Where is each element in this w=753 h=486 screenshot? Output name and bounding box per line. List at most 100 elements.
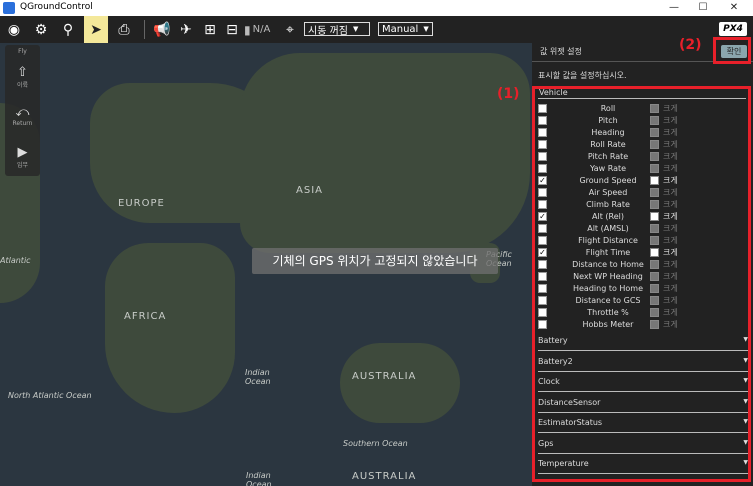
megaphone-icon[interactable]: 📢	[150, 16, 174, 43]
return-button[interactable]: ⤺ Return	[5, 105, 40, 127]
show-value-checkbox[interactable]	[538, 284, 547, 293]
annotation-label-1: (1)	[497, 86, 520, 102]
show-value-checkbox[interactable]	[538, 188, 547, 197]
show-value-checkbox[interactable]	[538, 164, 547, 173]
start-mission-button[interactable]: ▶ 임무	[5, 145, 40, 169]
large-value-checkbox[interactable]	[650, 260, 659, 269]
show-value-checkbox[interactable]	[538, 296, 547, 305]
show-value-checkbox[interactable]	[538, 116, 547, 125]
return-icon: ⤺	[15, 105, 30, 120]
show-value-checkbox[interactable]	[538, 272, 547, 281]
takeoff-button[interactable]: ⇧ 이륙	[5, 65, 40, 89]
large-value-checkbox[interactable]	[650, 176, 659, 185]
map-label-europe: EUROPE	[118, 198, 165, 209]
large-value-label: 크게	[663, 296, 678, 305]
large-value-checkbox[interactable]	[650, 188, 659, 197]
start-mission-label: 임무	[16, 162, 29, 169]
large-value-checkbox[interactable]	[650, 296, 659, 305]
large-value-checkbox[interactable]	[650, 104, 659, 113]
large-value-checkbox[interactable]	[650, 212, 659, 221]
show-value-checkbox[interactable]	[538, 320, 547, 329]
analyze-document-icon[interactable]: ⎙	[112, 16, 136, 43]
large-value-checkbox[interactable]	[650, 128, 659, 137]
value-group-label: DistanceSensor	[538, 397, 601, 407]
show-value-checkbox[interactable]: ✓	[538, 248, 547, 257]
large-value-checkbox[interactable]	[650, 320, 659, 329]
large-value-checkbox[interactable]	[650, 200, 659, 209]
show-value-checkbox[interactable]	[538, 308, 547, 317]
large-value-label: 크게	[663, 236, 678, 245]
large-value-checkbox[interactable]	[650, 140, 659, 149]
minimize-button[interactable]: —	[664, 1, 684, 15]
value-row: Climb Rate 크게	[538, 199, 748, 211]
rc-transmitter-icon[interactable]: ⊞	[198, 16, 222, 43]
flight-mode-dropdown[interactable]: Manual ▼	[378, 22, 433, 36]
show-value-checkbox[interactable]	[538, 104, 547, 113]
value-group[interactable]: Battery ▼	[538, 333, 748, 351]
map-label-indian-ocean-2: Indian Ocean	[246, 471, 272, 486]
qgc-logo-icon[interactable]: ◉	[2, 16, 26, 43]
settings-gears-icon[interactable]: ⚙	[29, 16, 53, 43]
window-titlebar: QGroundControl — ☐ ✕	[0, 0, 753, 17]
large-value-checkbox[interactable]	[650, 152, 659, 161]
value-row: Flight Distance 크게	[538, 235, 748, 247]
large-value-checkbox[interactable]	[650, 308, 659, 317]
gps-icon[interactable]: ⌖	[278, 16, 302, 43]
chevron-down-icon: ▼	[743, 356, 748, 364]
value-group[interactable]: Clock ▼	[538, 477, 748, 481]
large-value-checkbox[interactable]	[650, 164, 659, 173]
large-value-label: 크게	[663, 248, 678, 257]
show-value-checkbox[interactable]	[538, 224, 547, 233]
large-value-checkbox[interactable]	[650, 248, 659, 257]
value-group[interactable]: Gps ▼	[538, 436, 748, 454]
large-value-label: 크게	[663, 308, 678, 317]
show-value-checkbox[interactable]	[538, 140, 547, 149]
large-value-label: 크게	[663, 152, 678, 161]
group-divider	[538, 411, 748, 413]
battery-label: N/A	[252, 24, 271, 35]
large-value-label: 크게	[663, 104, 678, 113]
large-value-checkbox[interactable]	[650, 116, 659, 125]
show-value-checkbox[interactable]	[538, 152, 547, 161]
map-label-asia: ASIA	[296, 185, 323, 196]
chevron-down-icon: ▼	[743, 480, 748, 481]
close-button[interactable]: ✕	[724, 1, 744, 15]
value-group[interactable]: Battery2 ▼	[538, 354, 748, 372]
maximize-button[interactable]: ☐	[693, 1, 713, 15]
show-value-checkbox[interactable]	[538, 200, 547, 209]
large-value-label: 크게	[663, 320, 678, 329]
battery-status[interactable]: ▮ N/A	[244, 16, 270, 43]
value-group[interactable]: Clock ▼	[538, 374, 748, 392]
show-value-checkbox[interactable]	[538, 128, 547, 137]
large-value-checkbox[interactable]	[650, 224, 659, 233]
panel-title: 값 위젯 설정	[540, 47, 582, 56]
value-group-label: Battery2	[538, 356, 573, 366]
large-value-checkbox[interactable]	[650, 272, 659, 281]
value-label: Next WP Heading	[573, 272, 643, 281]
map-label-southern-ocean: Southern Ocean	[343, 439, 408, 448]
group-divider	[538, 432, 748, 433]
group-divider	[538, 350, 748, 351]
plan-waypoint-icon[interactable]: ⚲	[56, 16, 80, 43]
confirm-button[interactable]: 확인	[721, 45, 747, 58]
value-label: Alt (AMSL)	[587, 224, 629, 233]
arm-state-dropdown[interactable]: 시동 꺼짐 ▼	[304, 22, 370, 37]
fly-tools-header: Fly	[18, 48, 27, 55]
values-list[interactable]: Vehicle Roll 크게 Pitch 크게 Heading 크게 Roll Rate 크…	[534, 87, 749, 480]
value-group[interactable]: EstimatorStatus ▼	[538, 415, 748, 433]
annotation-label-2: (2)	[679, 37, 702, 53]
value-row: ✓ Alt (Rel) 크게	[538, 211, 748, 223]
large-value-checkbox[interactable]	[650, 284, 659, 293]
show-value-checkbox[interactable]: ✓	[538, 212, 547, 221]
satellite-map[interactable]: ASIA EUROPE AFRICA AUSTRALIA Indian Ocea…	[0, 43, 532, 486]
show-value-checkbox[interactable]	[538, 260, 547, 269]
value-label: Ground Speed	[579, 176, 637, 185]
value-group[interactable]: Temperature ▼	[538, 456, 748, 474]
drone-icon[interactable]: ✈	[174, 16, 198, 43]
large-value-checkbox[interactable]	[650, 236, 659, 245]
show-value-checkbox[interactable]: ✓	[538, 176, 547, 185]
show-value-checkbox[interactable]	[538, 236, 547, 245]
telemetry-icon[interactable]: ⊟	[220, 16, 244, 43]
fly-paperplane-icon[interactable]: ➤	[84, 16, 108, 43]
value-group[interactable]: DistanceSensor ▼	[538, 395, 748, 413]
